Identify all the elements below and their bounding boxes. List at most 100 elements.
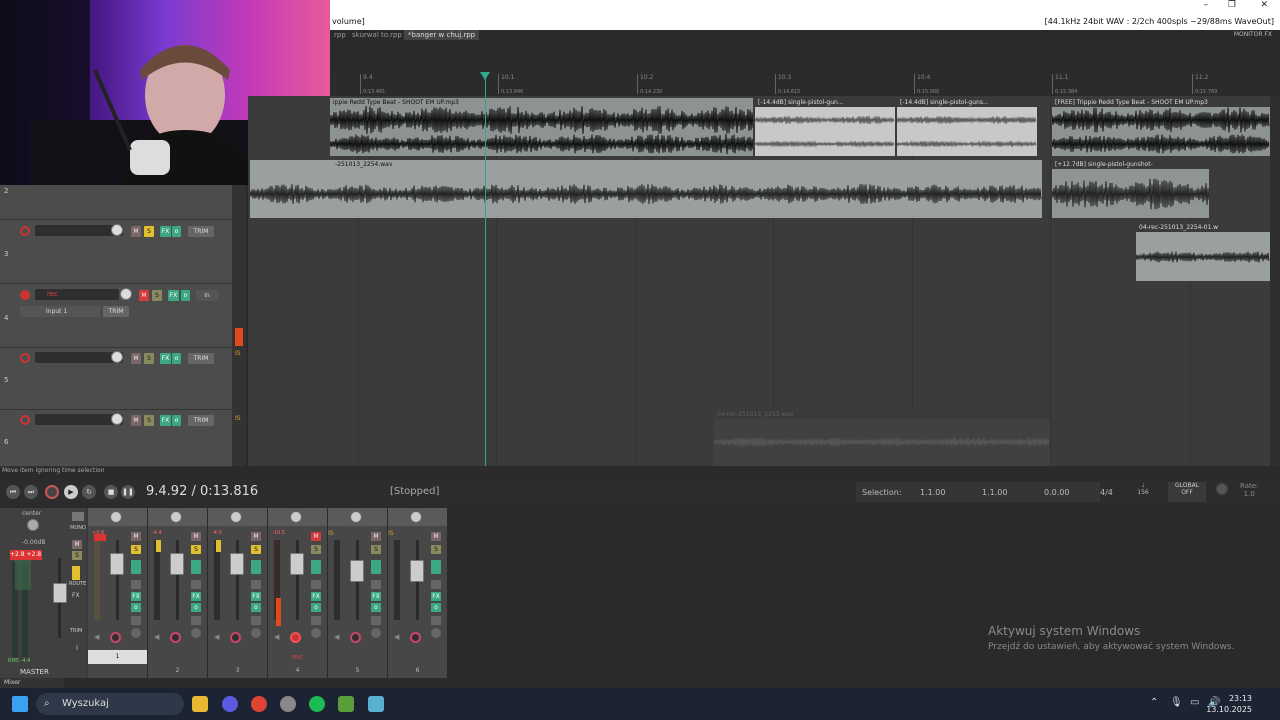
record-arm-button[interactable] <box>20 290 30 300</box>
mute-button[interactable]: M <box>371 532 381 541</box>
media-item-gunshot-1[interactable]: [-14.4dB] single-pistol-gun... <box>755 98 895 156</box>
envelope-icon[interactable] <box>311 560 321 574</box>
track-name-field[interactable]: rec <box>35 289 119 300</box>
media-item-gunshot-2[interactable]: [-14.4dB] single-pistol-guns... <box>897 98 1037 156</box>
trim-icon[interactable] <box>131 616 141 625</box>
spotify-icon[interactable] <box>309 696 325 712</box>
input-knob[interactable] <box>131 628 141 638</box>
volume-knob[interactable] <box>111 351 123 363</box>
mute-button[interactable]: M <box>251 532 261 541</box>
close-button[interactable]: ✕ <box>1260 0 1268 10</box>
repeat-button[interactable]: ↻ <box>82 485 96 499</box>
trim-icon[interactable] <box>251 616 261 625</box>
phase-icon[interactable]: ◀ <box>394 633 399 641</box>
channel-fader[interactable] <box>170 553 184 575</box>
audio-device-info[interactable]: [44.1kHz 24bit WAV : 2/2ch 400spls ~29/8… <box>1045 14 1274 30</box>
master-fader[interactable] <box>53 583 67 603</box>
track-name-field[interactable] <box>35 225 123 236</box>
record-arm-button[interactable] <box>410 632 421 643</box>
volume-knob[interactable] <box>111 224 123 236</box>
channel-fader[interactable] <box>230 553 244 575</box>
input-knob[interactable] <box>311 628 321 638</box>
input-knob[interactable] <box>191 628 201 638</box>
route-icon[interactable] <box>131 580 141 589</box>
project-tab-2[interactable]: skurwal to.rpp <box>348 30 406 40</box>
record-button[interactable] <box>45 485 59 499</box>
solo-button[interactable]: S <box>371 545 381 554</box>
input-knob[interactable] <box>431 628 441 638</box>
record-arm-button[interactable] <box>350 632 361 643</box>
media-item-beat[interactable]: ippie Redd Type Beat - SHOOT EM UP.mp3 <box>330 98 753 156</box>
master-pan-knob[interactable] <box>27 519 39 531</box>
input-select[interactable]: Input 1 <box>20 306 100 317</box>
taskbar-clock[interactable]: 23:13 13.10.2025 <box>1206 693 1252 715</box>
go-to-start-button[interactable]: ⏮ <box>6 485 20 499</box>
mute-button[interactable]: M <box>139 290 149 301</box>
solo-button[interactable]: S <box>251 545 261 554</box>
master-env-icon[interactable] <box>72 566 80 580</box>
media-item-beat-right[interactable]: [FREE] Trippie Redd Type Beat - SHOOT EM… <box>1052 98 1270 156</box>
track-4[interactable]: 4 rec M S FX o in Input 1 TRIM <box>0 284 232 348</box>
solo-button[interactable]: S <box>311 545 321 554</box>
transport-time[interactable]: 9.4.92 / 0:13.816 <box>146 484 258 499</box>
media-item-recording-2[interactable]: 04-rec-251013_2254-01.w <box>1136 223 1270 281</box>
track-3[interactable]: 3 M S FX o TRIM <box>0 220 232 284</box>
record-arm-button[interactable] <box>230 632 241 643</box>
fx-button[interactable]: FX <box>431 592 441 601</box>
pause-button[interactable]: ❚❚ <box>121 485 135 499</box>
pan-knob[interactable] <box>290 511 302 523</box>
route-icon[interactable] <box>431 580 441 589</box>
fx-button[interactable]: FX <box>131 592 141 601</box>
fx-bypass-icon[interactable]: o <box>172 353 181 364</box>
route-icon[interactable] <box>251 580 261 589</box>
reaper-icon[interactable] <box>338 696 354 712</box>
trim-icon[interactable] <box>311 616 321 625</box>
go-to-end-button[interactable]: ⏭ <box>24 485 38 499</box>
project-tab-active[interactable]: *banger w chuj.rpp <box>404 30 480 40</box>
mute-button[interactable]: M <box>131 353 141 364</box>
route-icon[interactable] <box>371 580 381 589</box>
track-name-field[interactable] <box>35 414 123 425</box>
envelope-icon[interactable] <box>131 560 141 574</box>
pan-knob[interactable] <box>230 511 242 523</box>
solo-button[interactable]: S <box>152 290 162 301</box>
fx-button[interactable]: FX <box>191 592 201 601</box>
tempo-display[interactable]: ♩ 156 <box>1132 482 1154 502</box>
channel-fader[interactable] <box>350 560 364 582</box>
monitor-fx-button[interactable]: MONITOR FX <box>1234 30 1272 40</box>
route-icon[interactable] <box>191 580 201 589</box>
pan-knob[interactable] <box>170 511 182 523</box>
fx-bypass-icon[interactable]: o <box>431 603 441 612</box>
input-monitor-button[interactable]: in <box>196 290 218 301</box>
master-mute-button[interactable]: M <box>72 540 82 549</box>
media-item-gunshot-3[interactable]: [+12.7dB] single-pistol-gunshot- <box>1052 160 1209 218</box>
solo-button[interactable]: S <box>144 226 154 237</box>
fx-button[interactable]: FX <box>371 592 381 601</box>
mute-button[interactable]: M <box>131 226 141 237</box>
global-automation-button[interactable]: GLOBAL OFF <box>1168 482 1206 502</box>
notepad-icon[interactable] <box>368 696 384 712</box>
channel-fader[interactable] <box>290 553 304 575</box>
playrate-knob[interactable] <box>1216 483 1228 495</box>
fx-button[interactable]: FX <box>168 290 179 301</box>
playrate-display[interactable]: Rate: 1.0 <box>1240 482 1258 498</box>
fx-button[interactable]: FX <box>160 353 171 364</box>
mixer-tab[interactable]: Mixer <box>0 678 64 688</box>
mute-button[interactable]: M <box>131 532 141 541</box>
fx-bypass-icon[interactable]: o <box>172 415 181 426</box>
timeline-ruler[interactable]: 9.4 0:13.481 10.1 0:13.846 10.2 0:14.230 10… <box>330 70 1280 96</box>
phase-icon[interactable]: ◀ <box>94 633 99 641</box>
record-arm-button[interactable] <box>110 632 121 643</box>
taskbar-search[interactable]: ⌕ Wyszukaj <box>36 693 184 715</box>
envelope-icon[interactable] <box>431 560 441 574</box>
time-signature[interactable]: 4/4 <box>1100 488 1113 497</box>
play-button[interactable]: ▶ <box>64 485 78 499</box>
trim-button[interactable]: TRIM <box>188 415 214 426</box>
master-mono-icon[interactable] <box>72 512 84 521</box>
phase-icon[interactable]: ◀ <box>214 633 219 641</box>
volume-knob[interactable] <box>120 288 132 300</box>
trim-button[interactable]: TRIM <box>103 306 129 317</box>
project-tab-1[interactable]: rpp <box>330 30 350 40</box>
phase-icon[interactable]: ◀ <box>154 633 159 641</box>
record-arm-button[interactable] <box>20 415 30 425</box>
